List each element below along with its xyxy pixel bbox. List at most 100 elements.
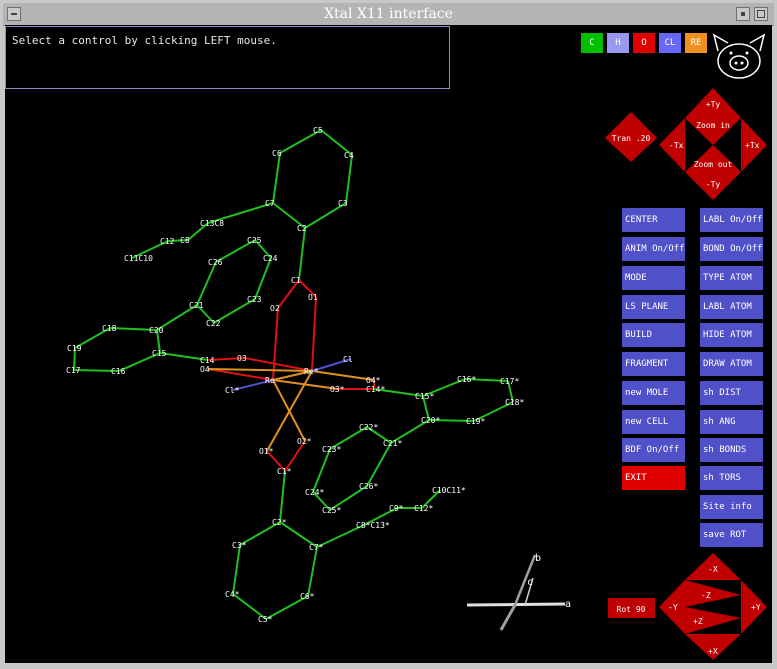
new-cell-button[interactable]: new CELL	[622, 410, 685, 434]
atom-label[interactable]: C15	[152, 349, 167, 358]
atom-label[interactable]: C17*	[500, 377, 519, 386]
atom-label[interactable]: C10C11*	[432, 486, 466, 495]
atom-label[interactable]: C26	[208, 258, 223, 267]
atom-label[interactable]: C2	[297, 224, 307, 233]
tx-minus-label: -Tx	[669, 141, 684, 150]
bond-carbon	[279, 470, 286, 523]
atom-label[interactable]: O4	[200, 365, 210, 374]
atom-label[interactable]: C12*	[414, 504, 433, 513]
atom-label[interactable]: O1*	[259, 447, 274, 456]
bond-toggle-button[interactable]: BOND On/Off	[700, 237, 763, 261]
axis-label-b: b	[535, 553, 541, 564]
bond-carbon	[307, 546, 318, 597]
minimize-button[interactable]	[736, 7, 750, 21]
atom-label[interactable]: C24	[263, 254, 278, 263]
mode-button[interactable]: MODE	[622, 266, 685, 290]
atom-label[interactable]: C25	[247, 236, 262, 245]
bond-carbon	[272, 152, 281, 204]
atom-label[interactable]: C23*	[322, 445, 341, 454]
atom-label[interactable]: C4*	[225, 590, 240, 599]
bdf-toggle-button[interactable]: BDF On/Off	[622, 438, 685, 462]
atom-label[interactable]: C20*	[421, 416, 440, 425]
atom-label[interactable]: C26*	[359, 482, 378, 491]
atom-label[interactable]: Re*	[304, 367, 319, 376]
xtal-window: Xtal X11 interface Select a control by c…	[0, 0, 777, 669]
atom-label[interactable]: O1	[308, 293, 318, 302]
atom-label[interactable]: O2*	[297, 437, 312, 446]
draw-atom-button[interactable]: DRAW ATOM	[700, 352, 763, 376]
atom-label[interactable]: C21	[189, 301, 204, 310]
show-torsion-button[interactable]: sh TORS	[700, 466, 763, 490]
atom-label[interactable]: C7*	[309, 543, 324, 552]
rot-plus-y-label: +Y	[751, 603, 761, 612]
center-button[interactable]: CENTER	[622, 208, 685, 232]
atom-label[interactable]: C19*	[466, 417, 485, 426]
save-rot-button[interactable]: save ROT	[700, 523, 763, 547]
bond-carbon	[232, 544, 241, 595]
atom-label[interactable]: C13C8	[200, 219, 224, 228]
atom-label[interactable]: C7	[265, 199, 275, 208]
atom-label[interactable]: C8	[180, 236, 190, 245]
atom-label[interactable]: O3	[237, 354, 247, 363]
exit-button[interactable]: EXIT	[622, 466, 685, 490]
atom-label[interactable]: C21*	[383, 439, 402, 448]
build-button[interactable]: BUILD	[622, 323, 685, 347]
atom-label[interactable]: C2*	[272, 518, 287, 527]
fragment-button[interactable]: FRAGMENT	[622, 352, 685, 376]
atom-label[interactable]: C4	[344, 151, 354, 160]
atom-label[interactable]: C3*	[232, 541, 247, 550]
anim-toggle-button[interactable]: ANIM On/Off	[622, 237, 685, 261]
atom-label[interactable]: C16	[111, 367, 126, 376]
ls-plane-button[interactable]: LS PLANE	[622, 295, 685, 319]
atom-label[interactable]: C23	[247, 295, 262, 304]
atom-label[interactable]: C24*	[305, 488, 324, 497]
atom-label[interactable]: Re	[265, 376, 275, 385]
atom-label[interactable]: C14	[200, 356, 215, 365]
atom-label[interactable]: C25*	[322, 506, 341, 515]
axis-label-c: c	[527, 577, 533, 588]
atom-label[interactable]: C1	[291, 276, 301, 285]
atom-label[interactable]: C19	[67, 344, 82, 353]
rot-plus-x-label: +X	[708, 647, 718, 656]
type-atom-button[interactable]: TYPE ATOM	[700, 266, 763, 290]
show-distance-button[interactable]: sh DIST	[700, 381, 763, 405]
atom-label[interactable]: C18*	[505, 398, 524, 407]
atom-label[interactable]: C15*	[415, 392, 434, 401]
maximize-button[interactable]	[754, 7, 768, 21]
atom-label[interactable]: C16*	[457, 375, 476, 384]
atom-label[interactable]: Cl	[343, 355, 353, 364]
atom-label[interactable]: C14*	[366, 385, 385, 394]
atom-label[interactable]: C1*	[277, 467, 292, 476]
zoom-in-label: Zoom in	[696, 121, 730, 130]
atom-label[interactable]: C11C10	[124, 254, 153, 263]
atom-label[interactable]: C3	[338, 199, 348, 208]
show-bonds-button[interactable]: sh BONDS	[700, 438, 763, 462]
show-angle-button[interactable]: sh ANG	[700, 410, 763, 434]
new-mole-button[interactable]: new MOLE	[622, 381, 685, 405]
ty-minus-label: -Ty	[706, 180, 721, 189]
site-info-button[interactable]: Site info	[700, 495, 763, 519]
atom-label[interactable]: C20	[149, 326, 164, 335]
atom-label[interactable]: C12	[160, 237, 175, 246]
atom-label[interactable]: C5*	[258, 615, 273, 624]
label-toggle-button[interactable]: LABL On/Off	[700, 208, 763, 232]
bond-carbon	[298, 227, 306, 281]
atom-label[interactable]: O3*	[330, 385, 345, 394]
atom-label[interactable]: C22*	[359, 423, 378, 432]
atom-label[interactable]: C5	[313, 126, 323, 135]
atom-label[interactable]: C6	[272, 149, 282, 158]
atom-label[interactable]: O4*	[366, 376, 381, 385]
label-atom-button[interactable]: LABL ATOM	[700, 295, 763, 319]
atom-label[interactable]: C18	[102, 324, 117, 333]
graphics-canvas[interactable]: Select a control by clicking LEFT mouse.…	[5, 25, 772, 663]
atom-label[interactable]: C9*	[389, 504, 404, 513]
atom-label[interactable]: C6*	[300, 592, 315, 601]
atom-label[interactable]: Cl*	[225, 386, 240, 395]
atom-label[interactable]: O2	[270, 304, 280, 313]
atom-label[interactable]: C17	[66, 366, 81, 375]
hide-atom-button[interactable]: HIDE ATOM	[700, 323, 763, 347]
atom-label[interactable]: C22	[206, 319, 221, 328]
title-bar[interactable]: Xtal X11 interface	[3, 3, 774, 26]
rot-minus-z-button[interactable]	[685, 580, 741, 607]
atom-label[interactable]: C8*C13*	[356, 521, 390, 530]
